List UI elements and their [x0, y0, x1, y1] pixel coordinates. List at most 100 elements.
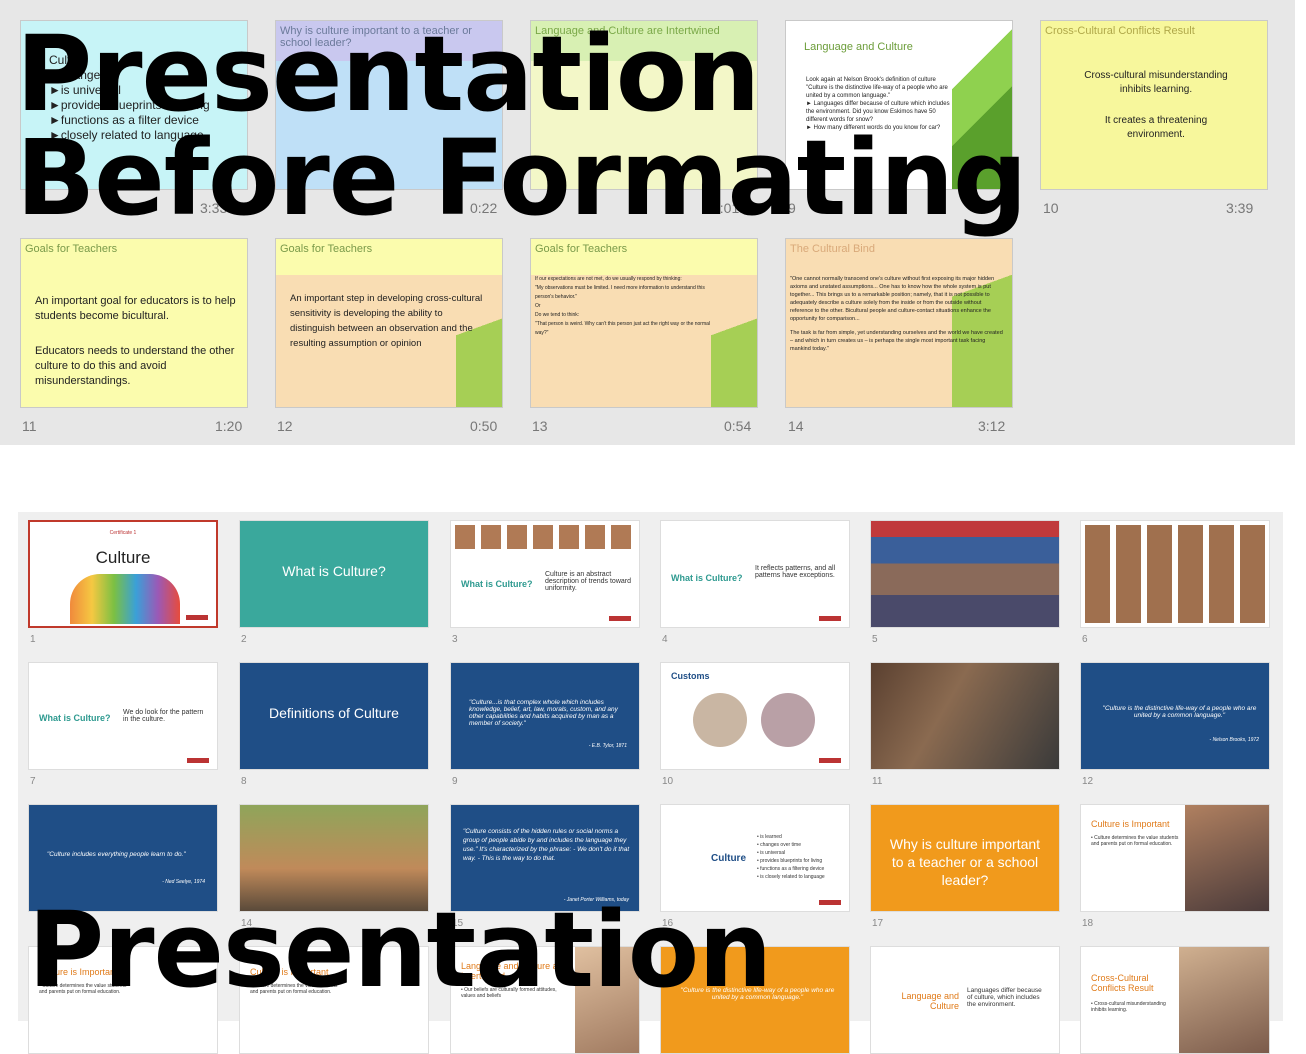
slide-thumb-18[interactable]: Culture is Important • Culture determine… [1080, 804, 1270, 912]
slide-thumb-24[interactable]: Cross-Cultural Conflicts Result • Cross-… [1080, 946, 1270, 1054]
faces-grid [1085, 525, 1265, 623]
slide-number: 10 [662, 776, 674, 787]
old-slide-line: "One cannot normally transcend one's cul… [790, 276, 995, 322]
old-slide-title: Language and Culture [804, 41, 913, 53]
slide-title: Culture is Important [1091, 819, 1170, 829]
customs-image-1 [693, 693, 747, 747]
old-slide-line: It creates a threatening environment. [1104, 115, 1208, 140]
old-slide-line: "My observations must be limited. I need… [535, 285, 705, 300]
logo-bar [187, 758, 209, 763]
old-slide-number: 10 [1043, 200, 1059, 216]
slide-number: 12 [1082, 776, 1094, 787]
old-slide-number: 13 [532, 418, 548, 434]
old-slide-title: Goals for Teachers [25, 243, 118, 255]
slide-body: Languages differ because of culture, whi… [967, 987, 1042, 1008]
hands-image [70, 574, 180, 624]
slide-thumb-1[interactable]: Certificate 1 Culture [28, 520, 218, 628]
slide-thumb-6[interactable] [1080, 520, 1270, 628]
overlay-title-before-line2: Before Formating [16, 117, 1027, 239]
slide-number: 3 [452, 634, 458, 645]
slide-body: Culture is an abstract description of tr… [545, 571, 631, 592]
slide-title: What is Culture? [461, 579, 533, 589]
old-slide-line: "Culture is the distinctive life-way of … [806, 85, 948, 99]
slide-thumb-12[interactable]: "Culture is the distinctive life-way of … [1080, 662, 1270, 770]
slide-title: What is Culture? [282, 563, 386, 579]
before-formatting-panel: Culture ►change ►is universal ►provides … [0, 0, 1295, 445]
old-slide-duration: 3:12 [978, 418, 1006, 434]
slide-thumb-2[interactable]: What is Culture? [239, 520, 429, 628]
slide-attribution: - Ned Seelye, 1974 [162, 879, 205, 885]
slide-number: 1 [30, 634, 36, 645]
old-slide-line: An important step in developing cross-cu… [290, 293, 483, 349]
old-slide-cross-cultural[interactable]: Cross-Cultural Conflicts Result Cross-cu… [1040, 20, 1268, 190]
slide-quote: "Culture consists of the hidden rules or… [463, 828, 630, 862]
old-slide-body: "One cannot normally transcend one's cul… [790, 275, 1005, 353]
old-slide-duration: 1:20 [215, 418, 243, 434]
slide-thumb-10[interactable]: Customs [660, 662, 850, 770]
slide-number: 7 [30, 776, 36, 787]
old-slide-line: The task is far from simple, yet underst… [790, 330, 1003, 352]
slide-thumb-9[interactable]: "Culture...is that complex whole which i… [450, 662, 640, 770]
slide-attribution: - E.B. Tylor, 1871 [588, 743, 627, 749]
old-slide-goals-3[interactable]: Goals for Teachers If our expectations a… [530, 238, 758, 408]
old-slide-title: Cross-Cultural Conflicts Result [1045, 25, 1195, 37]
old-slide-title: The Cultural Bind [790, 243, 875, 255]
slide-body: We do look for the pattern in the cultur… [123, 709, 204, 723]
slide-attribution: - Nelson Brooks, 1972 [1209, 737, 1259, 743]
slide-quote: "Culture includes everything people lear… [47, 851, 186, 858]
slide-thumb-7[interactable]: What is Culture? We do look for the patt… [28, 662, 218, 770]
slide-title: Cross-Cultural Conflicts Result [1091, 973, 1154, 993]
old-slide-line: Look again at Nelson Brook's definition … [806, 77, 936, 83]
slide-subtitle: Certificate 1 [109, 530, 137, 536]
old-slide-line: Cross-cultural misunderstanding inhibits… [1084, 70, 1228, 95]
customs-image-2 [761, 693, 815, 747]
slide-number: 6 [1082, 634, 1088, 645]
slide-thumb-11[interactable] [870, 662, 1060, 770]
old-slide-title: Goals for Teachers [535, 243, 628, 255]
slide-body: • is learned • changes over time • is un… [757, 834, 825, 880]
slide-number: 8 [241, 776, 247, 787]
old-slide-line: If our expectations are not met, do we u… [535, 276, 682, 282]
logo-bar [609, 616, 631, 621]
slide-quote: "Culture is the distinctive life-way of … [1102, 705, 1257, 719]
logo-bar [186, 615, 208, 620]
old-slide-number: 14 [788, 418, 804, 434]
slide-body: It reflects patterns, and all patterns h… [755, 565, 836, 579]
overlay-title-before-line1: Presentation [16, 13, 760, 135]
slide-thumb-23[interactable]: Language and Culture Languages differ be… [870, 946, 1060, 1054]
slide-thumb-3[interactable]: What is Culture? Culture is an abstract … [450, 520, 640, 628]
logo-bar [819, 616, 841, 621]
slide-thumb-5[interactable] [870, 520, 1060, 628]
slide-title: What is Culture? [671, 573, 743, 583]
slide-title: Why is culture important to a teacher or… [889, 836, 1041, 888]
slide-thumb-17[interactable]: Why is culture important to a teacher or… [870, 804, 1060, 912]
slide-number: 2 [241, 634, 247, 645]
slide-title: Customs [671, 671, 710, 681]
slide-number: 4 [662, 634, 668, 645]
slide-thumb-8[interactable]: Definitions of Culture [239, 662, 429, 770]
old-slide-line: Educators needs to understand the other … [35, 345, 235, 387]
old-slide-number: 11 [22, 418, 37, 434]
slide-number: 9 [452, 776, 458, 787]
slide-number: 11 [872, 776, 883, 787]
overlay-title-after-line1: Presentation [28, 889, 772, 1011]
old-slide-duration: 0:54 [724, 418, 752, 434]
old-slide-line: Or [535, 303, 541, 309]
old-slide-line: An important goal for educators is to he… [35, 295, 236, 322]
slide-quote: "Culture...is that complex whole which i… [469, 699, 618, 727]
logo-bar [819, 758, 841, 763]
slide-title: Culture [95, 548, 151, 567]
slide-title: What is Culture? [39, 713, 111, 723]
old-slide-goals-2[interactable]: Goals for Teachers An important step in … [275, 238, 503, 408]
slide-title: Culture [711, 853, 746, 864]
old-slide-goals-1[interactable]: Goals for Teachers An important goal for… [20, 238, 248, 408]
faces-strip [455, 525, 635, 549]
slide-number: 18 [1082, 918, 1094, 929]
old-slide-title: Goals for Teachers [280, 243, 373, 255]
slide-body: • Culture determines the value students … [1091, 835, 1179, 847]
old-slide-line: Do we tend to think: [535, 312, 580, 318]
old-slide-body: If our expectations are not met, do we u… [535, 275, 720, 338]
old-slide-duration: 3:39 [1226, 200, 1254, 216]
slide-thumb-4[interactable]: What is Culture? It reflects patterns, a… [660, 520, 850, 628]
old-slide-cultural-bind[interactable]: The Cultural Bind "One cannot normally t… [785, 238, 1013, 408]
